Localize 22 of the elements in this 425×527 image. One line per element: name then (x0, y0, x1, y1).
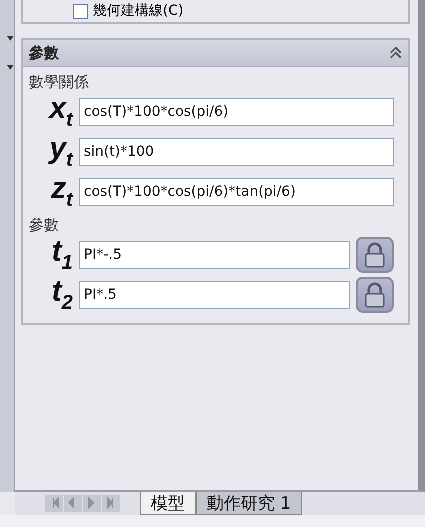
input-field[interactable]: sin(t)*100 (79, 138, 394, 166)
symbol-label: t$_{1}$ (50, 237, 73, 273)
collapse-chevron-icon[interactable] (390, 46, 402, 58)
input-field[interactable]: cos(T)*100*cos(pi/6)*tan(pi/6) (79, 178, 394, 206)
input-field[interactable]: PI*-.5 (79, 241, 350, 269)
symbol-label: z$_{t}$ (50, 174, 73, 210)
dropdown-arrow-icon[interactable] (7, 36, 14, 41)
tab[interactable]: 動作研究 1 (196, 492, 302, 515)
lock-icon (364, 282, 386, 308)
symbol-label: y$_{t}$ (48, 134, 73, 170)
input-field[interactable]: PI*.5 (79, 281, 350, 309)
lock-button[interactable] (356, 277, 394, 313)
input-field[interactable]: cos(T)*100*cos(pi/6) (79, 98, 394, 126)
lock-icon (364, 242, 386, 268)
tab[interactable]: 模型 (140, 492, 196, 515)
panel-title: 參數 (29, 44, 59, 62)
section-label: 參數 (28, 215, 60, 236)
section-label: 數學關係 (28, 72, 90, 93)
lock-button[interactable] (356, 237, 394, 273)
dropdown-arrow-icon[interactable] (7, 65, 14, 70)
symbol-label: t$_{2}$ (50, 277, 73, 313)
symbol-label: x$_{t}$ (48, 94, 73, 130)
